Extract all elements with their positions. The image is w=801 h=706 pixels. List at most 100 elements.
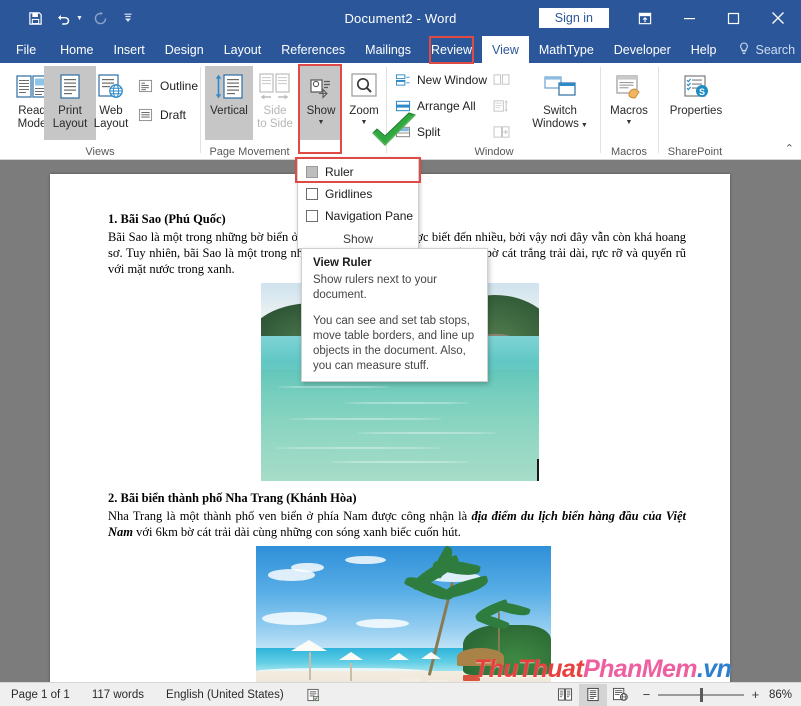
switch-windows-button[interactable]: Switch Windows▼ — [525, 66, 595, 140]
image-selection-handle[interactable] — [537, 459, 539, 481]
status-bar: Page 1 of 1 117 words English (United St… — [0, 682, 801, 706]
view-side-by-side-icon — [493, 73, 510, 88]
close-icon[interactable] — [755, 0, 801, 36]
section2-heading: 2. Bãi biển thành phố Nha Trang (Khánh H… — [108, 491, 686, 506]
web-layout-icon — [96, 66, 126, 102]
zoom-in-button[interactable]: + — [751, 687, 760, 702]
view-side-by-side-button — [493, 69, 510, 91]
web-layout-button[interactable]: Web Layout — [85, 66, 137, 140]
gridlines-checkbox[interactable] — [306, 188, 318, 200]
ribbon-group-macros: Macros ▼ Macros — [601, 63, 657, 160]
ribbon: Read Mode Print Layout Web Layout — [0, 63, 801, 160]
macros-button[interactable]: Macros ▼ — [603, 66, 655, 140]
split-button[interactable]: Split — [394, 121, 440, 143]
group-label-window: Window — [388, 146, 600, 158]
menu-item-gridlines[interactable]: Gridlines — [298, 183, 418, 205]
show-dropdown-caret-icon[interactable]: ▼ — [318, 119, 325, 127]
arrange-all-icon — [394, 99, 411, 114]
status-language[interactable]: English (United States) — [155, 689, 295, 701]
ribbon-group-sharepoint: S Properties SharePoint — [659, 63, 731, 160]
tab-layout[interactable]: Layout — [214, 36, 272, 63]
tab-mathtype[interactable]: MathType — [529, 36, 604, 63]
section2-paragraph-pre: Nha Trang là một thành phố ven biển ở ph… — [108, 509, 471, 523]
show-button[interactable]: Show ▼ — [300, 66, 342, 140]
save-icon[interactable] — [22, 6, 48, 30]
menu-item-navigation-pane[interactable]: Navigation Pane — [298, 205, 418, 227]
zoom-dropdown-caret-icon[interactable]: ▼ — [361, 119, 368, 127]
tab-help[interactable]: Help — [681, 36, 727, 63]
web-layout-label-line1: Web — [99, 105, 122, 118]
draft-button[interactable]: Draft — [137, 104, 186, 126]
ruler-checkbox[interactable] — [306, 166, 318, 178]
status-word-count[interactable]: 117 words — [81, 689, 155, 701]
zoom-level-label[interactable]: 86% — [769, 689, 801, 701]
search-box[interactable]: Search — [726, 42, 801, 58]
read-mode-view-icon[interactable] — [551, 684, 579, 706]
zoom-out-button[interactable]: − — [642, 687, 651, 702]
switch-windows-label-line1: Switch — [543, 105, 577, 118]
tab-review[interactable]: Review — [421, 36, 482, 63]
zoom-slider[interactable] — [658, 688, 744, 702]
new-window-button[interactable]: New Window — [394, 69, 487, 91]
ribbon-group-views: Read Mode Print Layout Web Layout — [0, 63, 200, 160]
web-layout-view-icon[interactable] — [607, 684, 635, 706]
zoom-slider-thumb[interactable] — [700, 688, 703, 702]
zoom-button[interactable]: Zoom ▼ — [343, 66, 385, 140]
search-label: Search — [755, 43, 795, 57]
group-label-sharepoint: SharePoint — [659, 146, 731, 158]
tab-home[interactable]: Home — [50, 36, 103, 63]
menu-item-ruler[interactable]: Ruler — [298, 161, 418, 183]
tab-design[interactable]: Design — [155, 36, 214, 63]
undo-dropdown-caret-icon[interactable]: ▼ — [74, 6, 85, 30]
switch-windows-label-line2-text: Windows — [532, 118, 579, 130]
new-window-label: New Window — [417, 73, 487, 87]
ribbon-group-window: New Window Arrange All Split — [388, 63, 600, 160]
arrange-all-button[interactable]: Arrange All — [394, 95, 476, 117]
tab-file[interactable]: File — [0, 36, 50, 63]
tab-insert[interactable]: Insert — [104, 36, 155, 63]
zoom-label: Zoom — [349, 105, 378, 118]
macros-label: Macros — [610, 105, 648, 118]
properties-button[interactable]: S Properties — [665, 66, 727, 140]
navigation-pane-label: Navigation Pane — [325, 209, 413, 223]
new-window-icon — [394, 73, 411, 88]
zoom-magnifier-icon — [349, 66, 379, 102]
ribbon-group-page-movement: Vertical Side to Side Page Movement — [201, 63, 298, 160]
split-label: Split — [417, 125, 440, 139]
tab-developer[interactable]: Developer — [604, 36, 681, 63]
reset-window-position-icon — [493, 125, 510, 140]
sign-in-button[interactable]: Sign in — [539, 8, 609, 28]
vertical-label: Vertical — [210, 105, 248, 118]
ribbon-group-show-zoom: Show ▼ Zoom ▼ — [299, 63, 385, 160]
customize-quick-access-toolbar-icon[interactable] — [115, 6, 141, 30]
maximize-icon[interactable] — [711, 0, 755, 36]
navigation-pane-checkbox[interactable] — [306, 210, 318, 222]
arrange-all-label: Arrange All — [417, 99, 476, 113]
macros-icon — [614, 66, 644, 102]
show-dropdown-menu[interactable]: Ruler Gridlines Navigation Pane Show — [297, 157, 419, 249]
status-bar-right: − + 86% — [551, 684, 801, 706]
print-layout-view-icon[interactable] — [579, 684, 607, 706]
switch-windows-caret-icon[interactable]: ▼ — [581, 122, 588, 129]
status-page-number[interactable]: Page 1 of 1 — [0, 689, 81, 701]
tab-mailings[interactable]: Mailings — [355, 36, 421, 63]
side-to-side-icon — [258, 66, 292, 102]
vertical-button[interactable]: Vertical — [205, 66, 253, 140]
collapse-ribbon-icon[interactable]: ⌃ — [785, 142, 794, 155]
section2-paragraph: Nha Trang là một thành phố ven biển ở ph… — [108, 508, 686, 540]
proofing-errors-icon[interactable] — [295, 688, 332, 702]
title-bar: ▼ Document2 - Word Sign in — [0, 0, 801, 36]
outline-button[interactable]: Outline — [137, 75, 198, 97]
lightbulb-icon — [738, 42, 750, 58]
watermark-part1: ThuThuat — [474, 655, 583, 683]
tab-view[interactable]: View — [482, 36, 529, 63]
group-label-views: Views — [0, 146, 200, 158]
group-label-macros: Macros — [601, 146, 657, 158]
read-mode-label-line2: Mode — [18, 118, 47, 131]
zoom-control[interactable]: − + — [635, 687, 769, 702]
undo-icon[interactable] — [50, 6, 76, 30]
minimize-icon[interactable] — [667, 0, 711, 36]
macros-dropdown-caret-icon[interactable]: ▼ — [626, 119, 633, 127]
ribbon-display-options-icon[interactable] — [623, 0, 667, 36]
tab-references[interactable]: References — [271, 36, 355, 63]
